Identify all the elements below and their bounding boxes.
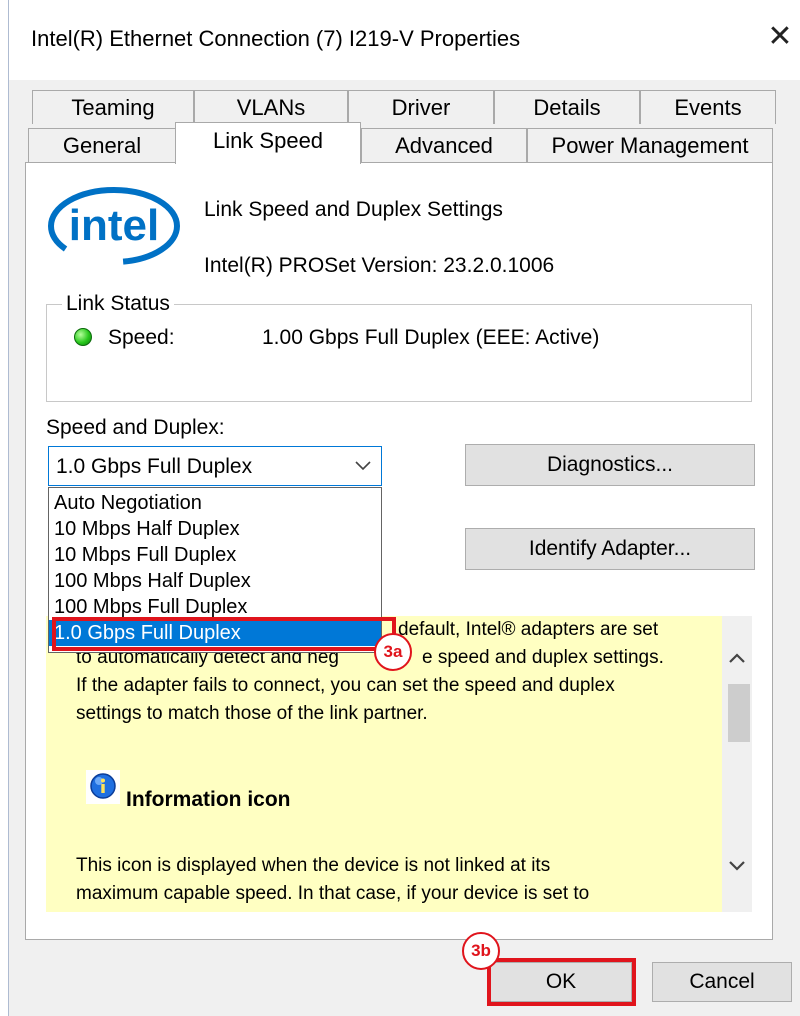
settings-heading: Link Speed and Duplex Settings — [204, 198, 503, 221]
tab-link-speed[interactable]: Link Speed — [175, 122, 361, 164]
tab-driver[interactable]: Driver — [348, 90, 494, 124]
speed-duplex-label: Speed and Duplex: — [46, 416, 225, 439]
info-line-2: maximum capable speed. In that case, if … — [76, 883, 590, 904]
callout-3a-highlight — [52, 617, 396, 651]
link-status-label: Link Status — [62, 292, 174, 316]
title-bar: Intel(R) Ethernet Connection (7) I219-V … — [9, 0, 800, 80]
tab-advanced[interactable]: Advanced — [361, 128, 527, 162]
callout-3b-badge: 3b — [462, 932, 500, 970]
help-line-1: default, Intel® adapters are set — [398, 619, 659, 640]
chevron-down-icon — [355, 461, 371, 471]
scroll-down-icon[interactable] — [722, 854, 752, 878]
link-status-group — [46, 304, 752, 402]
tab-details[interactable]: Details — [494, 90, 640, 124]
window-title: Intel(R) Ethernet Connection (7) I219-V … — [31, 26, 521, 51]
tab-power-management[interactable]: Power Management — [527, 128, 773, 162]
scroll-up-icon[interactable] — [722, 646, 752, 670]
identify-adapter-button[interactable]: Identify Adapter... — [465, 528, 755, 570]
option-10-full[interactable]: 10 Mbps Full Duplex — [49, 542, 381, 568]
tab-general[interactable]: General — [28, 128, 176, 162]
tab-vlans[interactable]: VLANs — [194, 90, 348, 124]
diagnostics-button[interactable]: Diagnostics... — [465, 444, 755, 486]
tab-events[interactable]: Events — [640, 90, 776, 124]
speed-value: 1.00 Gbps Full Duplex (EEE: Active) — [262, 326, 600, 349]
intel-logo-text: intel — [69, 201, 159, 250]
help-line-5: settings to match those of the link part… — [76, 703, 428, 724]
info-line-1: This icon is displayed when the device i… — [76, 855, 551, 876]
scrollbar-thumb[interactable] — [728, 684, 750, 742]
callout-3b-highlight — [487, 958, 636, 1006]
tab-teaming[interactable]: Teaming — [32, 90, 194, 124]
proset-version: Intel(R) PROSet Version: 23.2.0.1006 — [204, 254, 555, 277]
speed-duplex-selected-value: 1.0 Gbps Full Duplex — [56, 455, 253, 478]
information-icon — [86, 770, 120, 804]
callout-3a-badge: 3a — [374, 633, 412, 671]
link-status-led-icon — [74, 328, 92, 346]
help-line-4: If the adapter fails to connect, you can… — [76, 675, 615, 696]
speed-duplex-select[interactable]: 1.0 Gbps Full Duplex — [48, 446, 382, 486]
option-10-half[interactable]: 10 Mbps Half Duplex — [49, 516, 381, 542]
information-icon-heading: Information icon — [126, 788, 291, 811]
option-auto-negotiation[interactable]: Auto Negotiation — [49, 490, 381, 516]
close-icon[interactable]: ✕ — [765, 20, 795, 56]
help-line-3: e speed and duplex settings. — [422, 647, 664, 668]
intel-logo: intel — [48, 187, 180, 265]
cancel-button[interactable]: Cancel — [652, 962, 792, 1002]
help-scrollbar[interactable] — [722, 616, 752, 912]
speed-label: Speed: — [108, 326, 175, 349]
option-100-half[interactable]: 100 Mbps Half Duplex — [49, 568, 381, 594]
